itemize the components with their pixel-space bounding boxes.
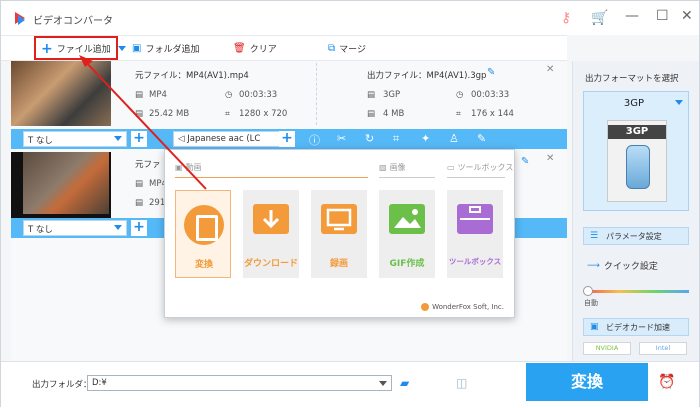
app-window: ビデオコンバータ ⚷ 🛒 — ☐ ✕ + ファイル追加 ▣ フォルダ追加 🗑 ク… xyxy=(0,0,700,407)
alarm-clock-icon[interactable]: ⏰ xyxy=(658,374,675,390)
quick-settings-label: クイック設定 xyxy=(603,262,658,272)
output-folder-input[interactable]: D:¥ xyxy=(87,375,392,391)
bottom-bar: 出力フォルダ： D:¥ ▰ ◫ 変換 ⏰ xyxy=(1,361,699,407)
chevron-down-icon xyxy=(379,381,387,386)
sliders-icon: ☰ xyxy=(590,231,599,241)
output-format-selector[interactable]: 3GP 3GP xyxy=(583,91,689,211)
phone-icon xyxy=(626,145,650,189)
gpu-icon: ▣ xyxy=(590,322,599,332)
gpu-acceleration-button[interactable]: ▣ ビデオカード加速 xyxy=(583,318,689,336)
chevron-down-icon xyxy=(675,100,683,105)
output-format-title: 出力フォーマットを選択 xyxy=(585,74,679,84)
browse-folder-icon[interactable]: ▰ xyxy=(400,376,409,390)
format-image: 3GP xyxy=(607,120,667,202)
quality-slider-handle[interactable] xyxy=(583,286,593,296)
parameter-settings-label: パラメータ設定 xyxy=(606,232,662,241)
quick-settings: ⟶ クイック設定 xyxy=(587,259,658,273)
quality-slider[interactable] xyxy=(585,290,689,293)
format-badge: 3GP xyxy=(608,125,666,139)
gpu-acceleration-label: ビデオカード加速 xyxy=(606,323,670,332)
quick-settings-icon: ⟶ xyxy=(587,260,600,271)
output-folder-value: D:¥ xyxy=(92,378,107,388)
parameter-settings-button[interactable]: ☰ パラメータ設定 xyxy=(583,227,689,245)
selected-format: 3GP xyxy=(623,98,645,109)
intel-badge[interactable]: Intel xyxy=(639,342,687,355)
open-folder-icon[interactable]: ◫ xyxy=(456,376,467,390)
auto-label: 自動 xyxy=(584,299,598,307)
nvidia-badge[interactable]: NVIDIA xyxy=(583,342,631,355)
output-format-panel: 出力フォーマットを選択 3GP 3GP ☰ パラメータ設定 ⟶ クイック設定 自… xyxy=(572,61,699,361)
output-folder-label: 出力フォルダ： xyxy=(32,380,92,390)
convert-button[interactable]: 変換 xyxy=(526,363,648,401)
